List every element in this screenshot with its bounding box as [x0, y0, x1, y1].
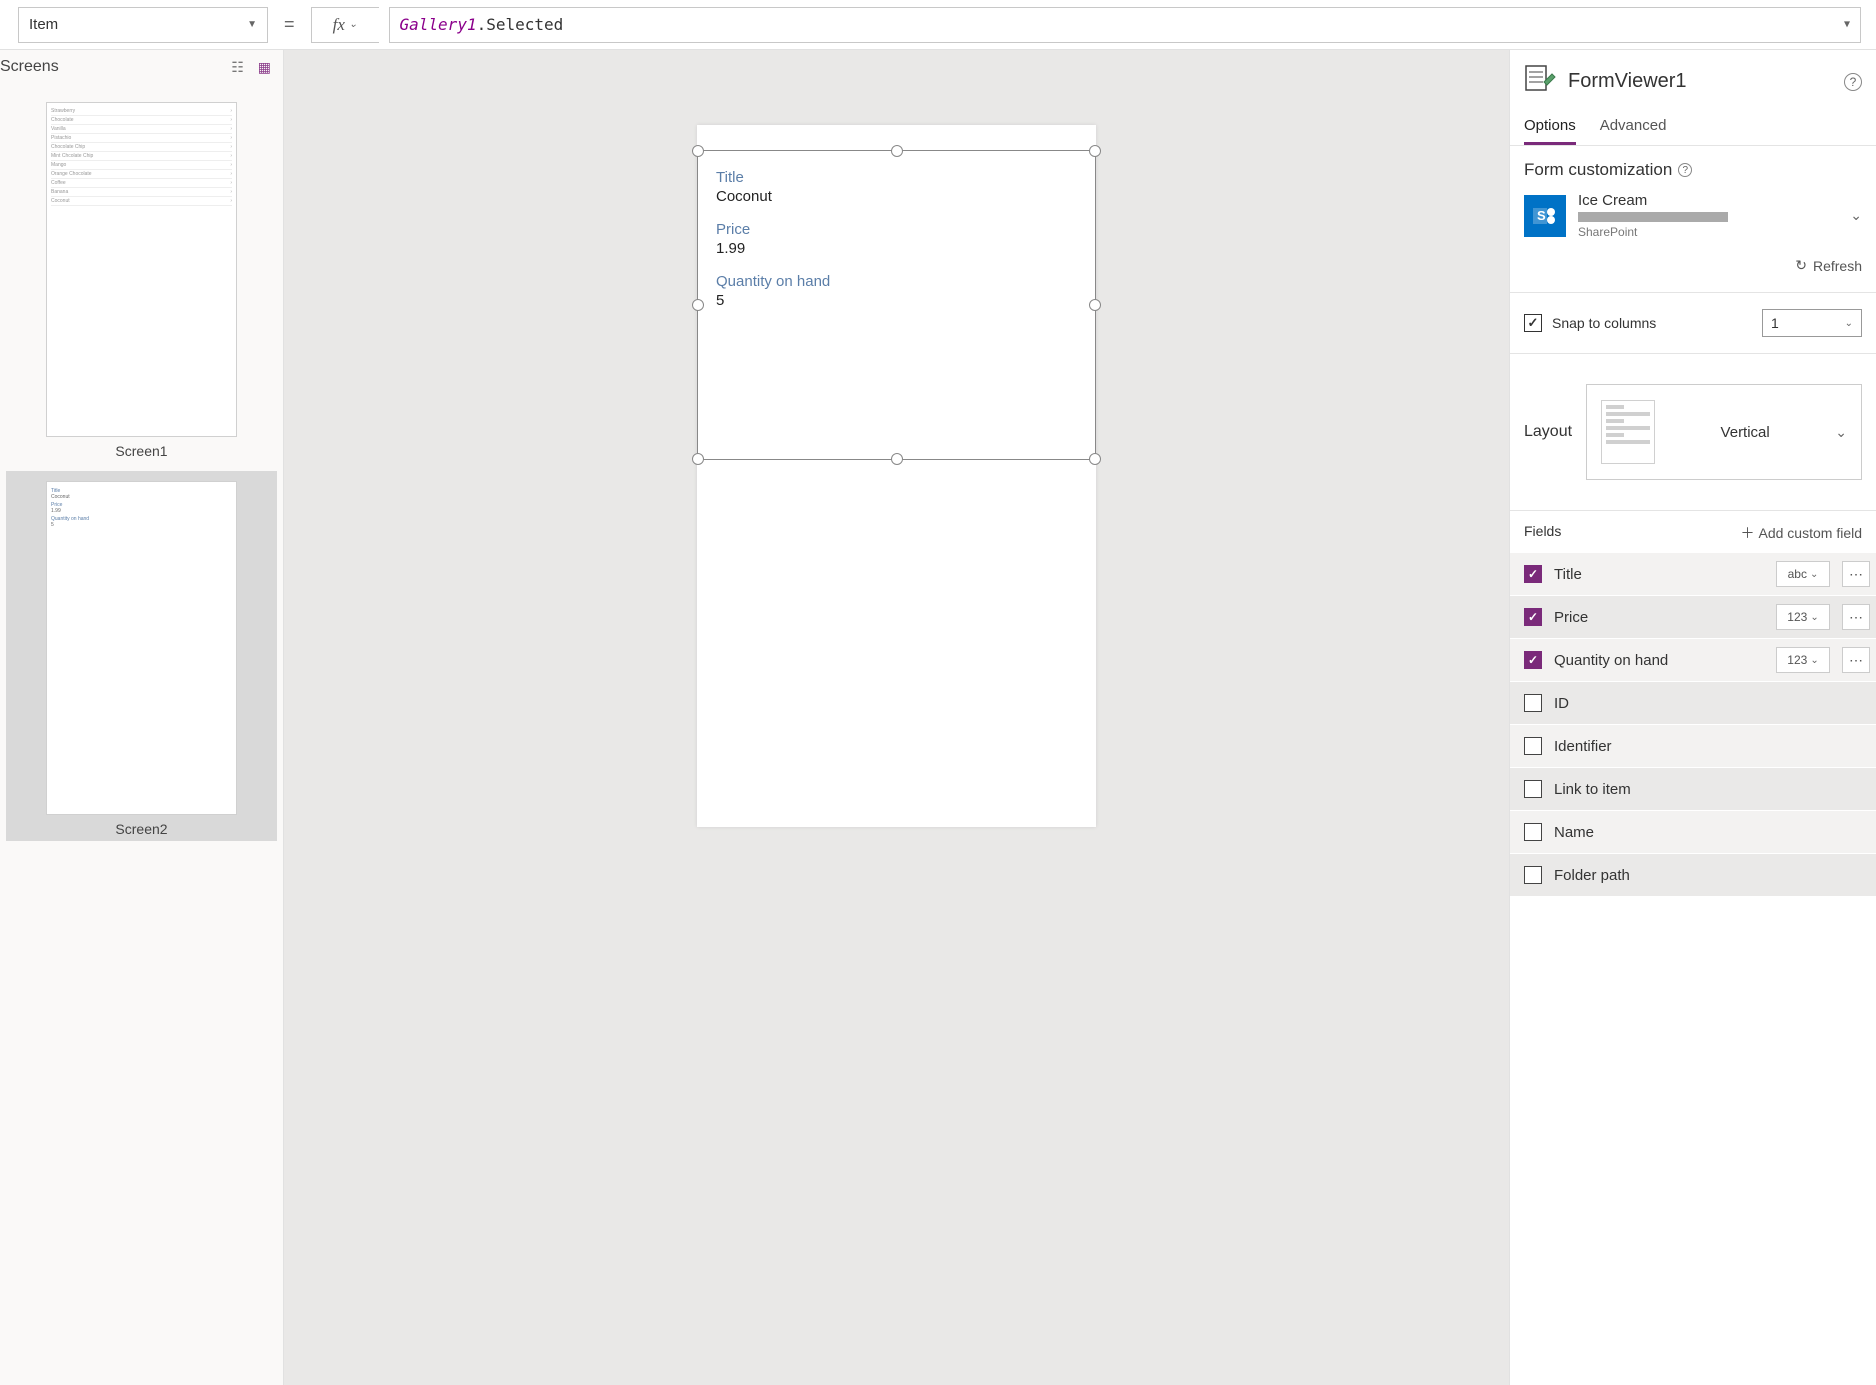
form-field-value: Coconut: [716, 188, 1077, 205]
resize-handle[interactable]: [1089, 299, 1101, 311]
field-checkbox[interactable]: [1524, 866, 1542, 884]
formula-input[interactable]: Gallery1.Selected ▼: [389, 7, 1861, 43]
field-type-dropdown[interactable]: 123⌄: [1776, 647, 1830, 673]
snap-label: Snap to columns: [1552, 315, 1656, 331]
field-more-button[interactable]: ⋯: [1842, 647, 1870, 673]
property-dropdown[interactable]: Item ▼: [18, 7, 268, 43]
help-icon[interactable]: ?: [1678, 163, 1692, 177]
layout-preview-icon: [1601, 400, 1655, 464]
field-row[interactable]: Identifier: [1510, 725, 1876, 767]
help-icon[interactable]: ?: [1844, 73, 1862, 91]
columns-dropdown[interactable]: 1 ⌄: [1762, 309, 1862, 337]
field-more-button[interactable]: ⋯: [1842, 561, 1870, 587]
datasource-provider: SharePoint: [1578, 225, 1838, 239]
tab-advanced[interactable]: Advanced: [1600, 109, 1667, 145]
chevron-down-icon: ⌄: [349, 19, 357, 30]
field-row[interactable]: Name: [1510, 811, 1876, 853]
formula-property: .Selected: [477, 15, 564, 34]
datasource-name: Ice Cream: [1578, 192, 1838, 209]
sharepoint-icon: S: [1524, 195, 1566, 237]
resize-handle[interactable]: [692, 453, 704, 465]
redacted-text: [1578, 212, 1728, 222]
field-name: Link to item: [1554, 781, 1870, 798]
resize-handle[interactable]: [891, 145, 903, 157]
formula-bar: Item ▼ = fx ⌄ Gallery1.Selected ▼: [0, 0, 1876, 50]
chevron-down-icon: ▼: [247, 19, 257, 30]
grid-view-icon[interactable]: ▦: [258, 59, 271, 76]
refresh-icon: ↻: [1795, 257, 1807, 274]
field-type-dropdown[interactable]: abc⌄: [1776, 561, 1830, 587]
device-frame: Title Coconut Price 1.99 Quantity on hand 5: [697, 125, 1096, 827]
form-field-label: Quantity on hand: [716, 273, 1077, 290]
equals-sign: =: [284, 14, 295, 35]
field-name: Folder path: [1554, 867, 1870, 884]
field-name: Price: [1554, 609, 1764, 626]
resize-handle[interactable]: [692, 145, 704, 157]
datasource-selector[interactable]: S Ice Cream SharePoint ⌄: [1524, 192, 1862, 239]
canvas[interactable]: Title Coconut Price 1.99 Quantity on hand 5: [284, 50, 1509, 1385]
screen-name: Screen2: [46, 821, 237, 837]
form-field-label: Title: [716, 169, 1077, 186]
properties-panel: FormViewer1 ? Options Advanced Form cust…: [1509, 50, 1876, 1385]
screen-name: Screen1: [46, 443, 237, 459]
chevron-down-icon: ⌄: [1850, 207, 1862, 224]
resize-handle[interactable]: [891, 453, 903, 465]
screens-title: Screens: [0, 58, 59, 76]
resize-handle[interactable]: [692, 299, 704, 311]
fx-button[interactable]: fx ⌄: [311, 7, 379, 43]
property-name: Item: [29, 16, 58, 33]
layout-label: Layout: [1524, 423, 1572, 441]
field-name: Identifier: [1554, 738, 1870, 755]
field-row[interactable]: Link to item: [1510, 768, 1876, 810]
screen-thumbnail[interactable]: Strawberry›Chocolate›Vanilla›Pistachio›C…: [6, 92, 277, 463]
field-name: Title: [1554, 566, 1764, 583]
screen-thumbnail[interactable]: TitleCoconutPrice1.99Quantity on hand5Sc…: [6, 471, 277, 842]
svg-text:S: S: [1537, 208, 1546, 223]
resize-handle[interactable]: [1089, 453, 1101, 465]
field-row[interactable]: Quantity on hand 123⌄ ⋯: [1510, 639, 1876, 681]
resize-handle[interactable]: [1089, 145, 1101, 157]
field-row[interactable]: Title abc⌄ ⋯: [1510, 553, 1876, 595]
snap-checkbox[interactable]: [1524, 314, 1542, 332]
chevron-down-icon: ⌄: [1835, 424, 1847, 441]
chevron-down-icon: ⌄: [1845, 318, 1853, 329]
field-checkbox[interactable]: [1524, 694, 1542, 712]
form-field-value: 1.99: [716, 240, 1077, 257]
field-name: ID: [1554, 695, 1870, 712]
refresh-button[interactable]: ↻ Refresh: [1524, 257, 1862, 274]
form-viewer-selection[interactable]: Title Coconut Price 1.99 Quantity on hand 5: [697, 150, 1096, 460]
field-row[interactable]: Folder path: [1510, 854, 1876, 896]
add-custom-field-button[interactable]: ＋ Add custom field: [1741, 523, 1863, 543]
field-checkbox[interactable]: [1524, 823, 1542, 841]
form-field-label: Price: [716, 221, 1077, 238]
field-more-button[interactable]: ⋯: [1842, 604, 1870, 630]
chevron-down-icon[interactable]: ▼: [1844, 19, 1850, 30]
field-name: Quantity on hand: [1554, 652, 1764, 669]
tab-options[interactable]: Options: [1524, 109, 1576, 145]
form-customization-label: Form customization: [1524, 160, 1672, 180]
screens-panel: Screens ☷ ▦ Strawberry›Chocolate›Vanilla…: [0, 50, 284, 1385]
field-row[interactable]: ID: [1510, 682, 1876, 724]
field-checkbox[interactable]: [1524, 608, 1542, 626]
form-icon: [1524, 64, 1556, 99]
field-checkbox[interactable]: [1524, 737, 1542, 755]
field-row[interactable]: Price 123⌄ ⋯: [1510, 596, 1876, 638]
fields-label: Fields: [1524, 523, 1561, 543]
field-checkbox[interactable]: [1524, 780, 1542, 798]
field-checkbox[interactable]: [1524, 651, 1542, 669]
field-type-dropdown[interactable]: 123⌄: [1776, 604, 1830, 630]
selected-control-name: FormViewer1: [1568, 70, 1832, 93]
field-name: Name: [1554, 824, 1870, 841]
layout-dropdown[interactable]: Vertical ⌄: [1586, 384, 1862, 480]
form-field-value: 5: [716, 292, 1077, 309]
formula-identifier: Gallery1: [400, 15, 477, 34]
field-checkbox[interactable]: [1524, 565, 1542, 583]
list-view-icon[interactable]: ☷: [231, 59, 244, 76]
plus-icon: ＋: [1741, 523, 1755, 543]
